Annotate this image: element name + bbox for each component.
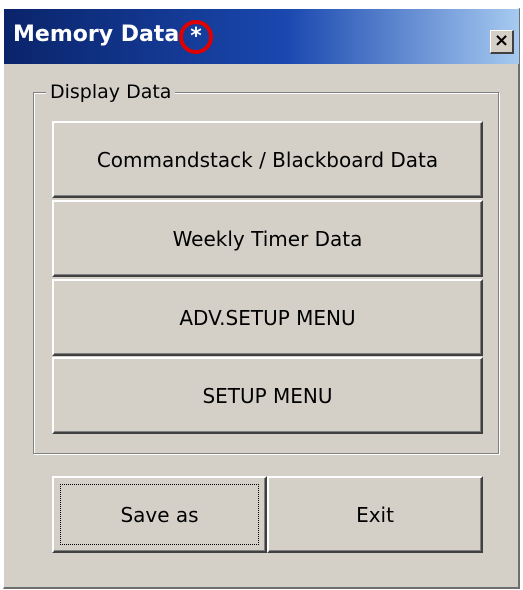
weekly-timer-data-button[interactable]: Weekly Timer Data — [52, 200, 483, 277]
display-data-group-label: Display Data — [46, 81, 176, 103]
title-bar[interactable]: Memory Data * × — [4, 9, 519, 64]
exit-button[interactable]: Exit — [267, 476, 483, 553]
window-title: Memory Data — [13, 22, 180, 47]
close-button[interactable]: × — [490, 30, 514, 54]
modified-asterisk-marker: * — [179, 20, 213, 54]
commandstack-blackboard-data-button[interactable]: Commandstack / Blackboard Data — [52, 121, 483, 198]
save-as-button[interactable]: Save as — [52, 476, 267, 553]
focus-rectangle — [60, 484, 259, 545]
adv-setup-menu-button[interactable]: ADV.SETUP MENU — [52, 279, 483, 356]
setup-menu-button[interactable]: SETUP MENU — [52, 357, 483, 434]
